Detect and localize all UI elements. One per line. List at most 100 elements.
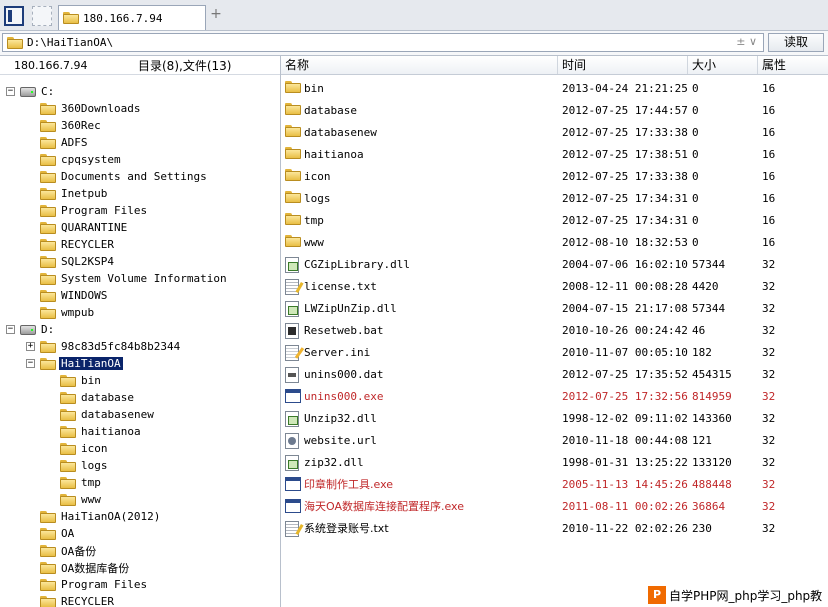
watermark-text: 自学PHP网_php学习_php教 xyxy=(669,588,823,603)
tree-folder[interactable]: System Volume Information xyxy=(40,270,229,287)
folder-icon xyxy=(285,235,301,247)
folder-icon xyxy=(285,81,301,93)
tree-folder[interactable]: 360Downloads xyxy=(40,100,142,117)
tree-folder[interactable]: OA数据库备份 xyxy=(40,559,131,576)
tree-drive[interactable]: − D: xyxy=(6,321,56,338)
tree-folder[interactable]: tmp xyxy=(60,474,103,491)
file-row[interactable]: zip32.dll 1998-01-31 13:25:22 133120 32 xyxy=(281,452,828,474)
file-row[interactable]: databasenew 2012-07-25 17:33:38 0 16 xyxy=(281,122,828,144)
new-tab-button[interactable]: + xyxy=(208,6,224,22)
file-row[interactable]: Server.ini 2010-11-07 00:05:10 182 32 xyxy=(281,342,828,364)
dll-icon xyxy=(285,301,299,317)
tree-folder[interactable]: − HaiTianOA xyxy=(26,355,123,372)
expand-icon[interactable]: + xyxy=(26,342,35,351)
exe-icon xyxy=(285,389,301,403)
path-input[interactable]: D:\HaiTianOA\ ± ∨ xyxy=(2,33,764,52)
tab-bar: 180.166.7.94 + xyxy=(0,0,828,31)
tree-folder[interactable]: bin xyxy=(60,372,103,389)
tree-folder[interactable]: cpqsystem xyxy=(40,151,123,168)
panel-toggle-icon[interactable] xyxy=(4,6,24,26)
tree-label: database xyxy=(81,391,134,404)
tree-folder[interactable]: ADFS xyxy=(40,134,90,151)
tree-folder[interactable]: RECYCLER xyxy=(40,593,116,607)
file-row[interactable]: 印章制作工具.exe 2005-11-13 14:45:26 488448 32 xyxy=(281,474,828,496)
file-attr: 32 xyxy=(762,478,776,491)
blank-tab-icon[interactable] xyxy=(32,6,52,26)
column-attr[interactable]: 属性 xyxy=(758,56,828,74)
file-row[interactable]: unins000.dat 2012-07-25 17:35:52 454315 32 xyxy=(281,364,828,386)
read-button[interactable]: 读取 xyxy=(768,33,824,52)
file-row[interactable]: www 2012-08-10 18:32:53 0 16 xyxy=(281,232,828,254)
file-size: 0 xyxy=(692,236,699,249)
file-row[interactable]: 系统登录账号.txt 2010-11-22 02:02:26 230 32 xyxy=(281,518,828,540)
tree-folder[interactable]: databasenew xyxy=(60,406,156,423)
folder-icon xyxy=(60,425,76,438)
file-time: 2011-08-11 00:02:26 xyxy=(562,500,688,513)
tree-folder[interactable]: WINDOWS xyxy=(40,287,109,304)
folder-icon xyxy=(40,221,56,234)
path-dropdown-icon[interactable]: ± ∨ xyxy=(736,35,757,48)
file-time: 2010-11-07 00:05:10 xyxy=(562,346,688,359)
file-row[interactable]: logs 2012-07-25 17:34:31 0 16 xyxy=(281,188,828,210)
tree-folder[interactable]: logs xyxy=(60,457,110,474)
tree-drive[interactable]: − C: xyxy=(6,83,56,100)
file-row[interactable]: tmp 2012-07-25 17:34:31 0 16 xyxy=(281,210,828,232)
column-time[interactable]: 时间 xyxy=(558,56,688,74)
collapse-icon[interactable]: − xyxy=(6,87,15,96)
file-row[interactable]: LWZipUnZip.dll 2004-07-15 21:17:08 57344 32 xyxy=(281,298,828,320)
tree-folder[interactable]: Documents and Settings xyxy=(40,168,209,185)
tree-label: OA数据库备份 xyxy=(61,561,130,575)
file-row[interactable]: icon 2012-07-25 17:33:38 0 16 xyxy=(281,166,828,188)
file-row[interactable]: website.url 2010-11-18 00:44:08 121 32 xyxy=(281,430,828,452)
tree-folder[interactable]: Inetpub xyxy=(40,185,109,202)
file-name: Unzip32.dll xyxy=(304,412,377,425)
dat-icon xyxy=(285,367,299,383)
file-row[interactable]: Unzip32.dll 1998-12-02 09:11:02 143360 32 xyxy=(281,408,828,430)
file-time: 2013-04-24 21:21:25 xyxy=(562,82,688,95)
file-row[interactable]: database 2012-07-25 17:44:57 0 16 xyxy=(281,100,828,122)
column-size[interactable]: 大小 xyxy=(688,56,758,74)
file-attr: 32 xyxy=(762,368,776,381)
tree-folder[interactable]: QUARANTINE xyxy=(40,219,129,236)
file-time: 2012-07-25 17:34:31 xyxy=(562,192,688,205)
tree-folder[interactable]: database xyxy=(60,389,136,406)
column-name[interactable]: 名称 xyxy=(281,56,558,74)
file-attr: 32 xyxy=(762,346,776,359)
file-row[interactable]: bin 2013-04-24 21:21:25 0 16 xyxy=(281,78,828,100)
tree-folder[interactable]: +98c83d5fc84b8b2344 xyxy=(26,338,182,355)
tree-folder[interactable]: 360Rec xyxy=(40,117,103,134)
tree-folder[interactable]: Program Files xyxy=(40,202,149,219)
tree-label: databasenew xyxy=(81,408,154,421)
file-row[interactable]: 海天OA数据库连接配置程序.exe 2011-08-11 00:02:26 3686… xyxy=(281,496,828,518)
folder-icon xyxy=(40,102,56,115)
folder-icon xyxy=(7,36,23,49)
tree-folder[interactable]: haitianoa xyxy=(60,423,143,440)
file-row[interactable]: unins000.exe 2012-07-25 17:32:56 814959 32 xyxy=(281,386,828,408)
file-time: 2010-11-18 00:44:08 xyxy=(562,434,688,447)
file-size: 0 xyxy=(692,148,699,161)
tree-folder[interactable]: SQL2KSP4 xyxy=(40,253,116,270)
file-row[interactable]: Resetweb.bat 2010-10-26 00:24:42 46 32 xyxy=(281,320,828,342)
tree-label: RECYCLER xyxy=(61,238,114,251)
tree-folder[interactable]: HaiTianOA(2012) xyxy=(40,508,162,525)
tree-folder[interactable]: OA xyxy=(40,525,76,542)
collapse-icon[interactable]: − xyxy=(6,325,15,334)
tree-folder[interactable]: wmpub xyxy=(40,304,96,321)
file-row[interactable]: haitianoa 2012-07-25 17:38:51 0 16 xyxy=(281,144,828,166)
file-attr: 32 xyxy=(762,412,776,425)
file-attr: 32 xyxy=(762,522,776,535)
ini-icon xyxy=(285,345,299,361)
file-attr: 32 xyxy=(762,434,776,447)
folder-icon xyxy=(285,125,301,137)
tree-folder[interactable]: icon xyxy=(60,440,110,457)
tree-folder[interactable]: www xyxy=(60,491,103,508)
file-row[interactable]: license.txt 2008-12-11 00:08:28 4420 32 xyxy=(281,276,828,298)
file-name: 印章制作工具.exe xyxy=(304,478,394,491)
tree-folder[interactable]: Program Files xyxy=(40,576,149,593)
file-row[interactable]: CGZipLibrary.dll 2004-07-06 16:02:10 57344… xyxy=(281,254,828,276)
tree-folder[interactable]: RECYCLER xyxy=(40,236,116,253)
folder-icon xyxy=(285,103,301,115)
tree-folder[interactable]: OA备份 xyxy=(40,542,98,559)
tab-connection[interactable]: 180.166.7.94 xyxy=(58,5,206,30)
collapse-icon[interactable]: − xyxy=(26,359,35,368)
